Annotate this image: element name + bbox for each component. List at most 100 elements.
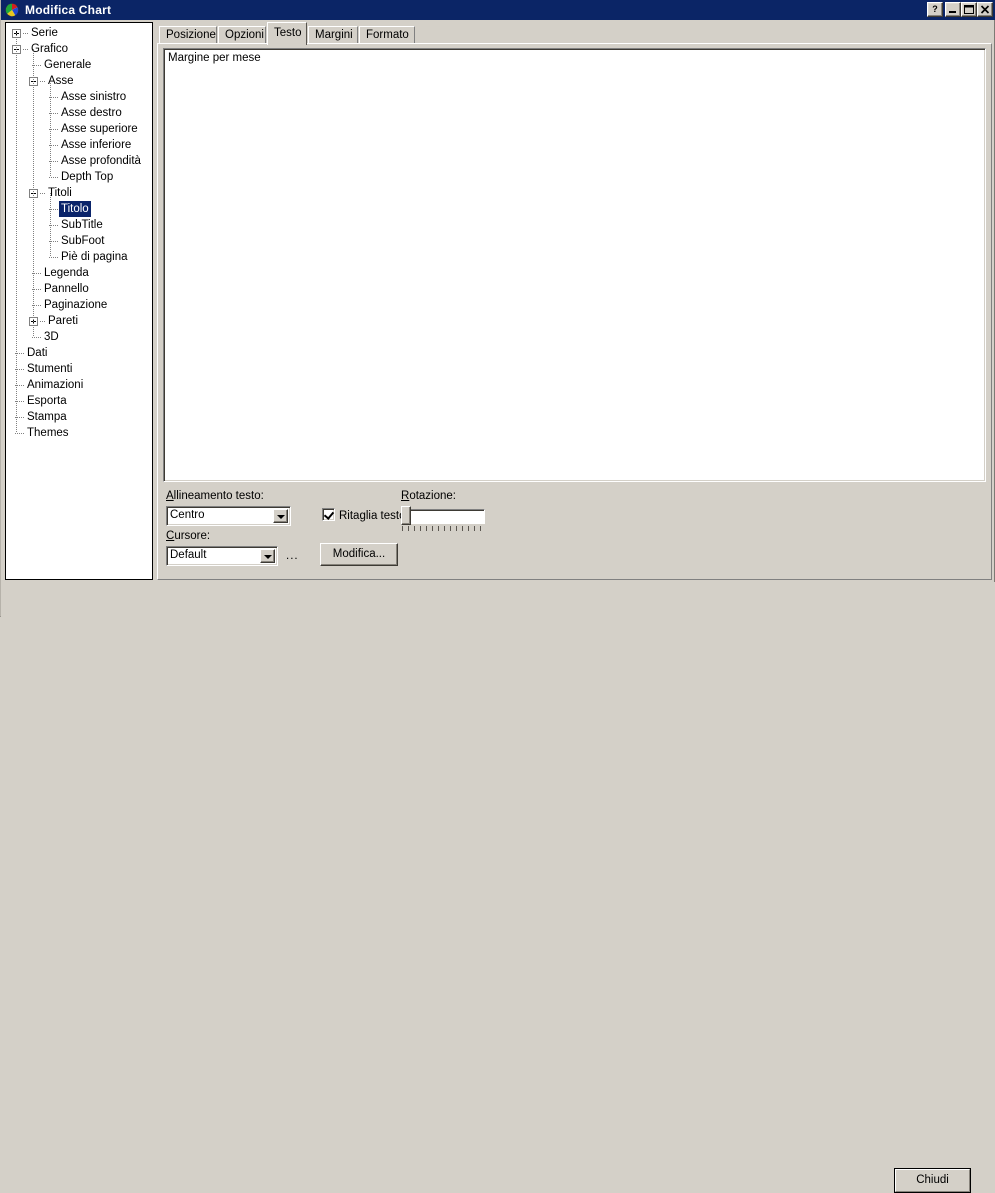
maximize-button[interactable] bbox=[961, 2, 977, 17]
cursor-browse-button[interactable]: ... bbox=[286, 550, 299, 562]
tree-item-legenda[interactable]: Legenda bbox=[29, 265, 91, 281]
tree-item-stumenti[interactable]: Stumenti bbox=[12, 361, 74, 377]
tree-item-animazioni[interactable]: Animazioni bbox=[12, 377, 85, 393]
tree-item-generale[interactable]: Generale bbox=[29, 57, 93, 73]
tree-item-label: Pareti bbox=[48, 315, 79, 327]
tree-item-asse-profondit[interactable]: Asse profondità bbox=[46, 153, 143, 169]
clip-text-checkbox[interactable] bbox=[322, 508, 335, 521]
help-button[interactable]: ? bbox=[927, 2, 943, 17]
tree-item-paginazione[interactable]: Paginazione bbox=[29, 297, 109, 313]
tab-strip[interactable]: Posizione Opzioni Testo Margini Formato bbox=[157, 22, 992, 45]
tree-connector bbox=[40, 192, 45, 194]
navigation-tree[interactable]: Serie Grafico Generale Asse Asse sinistro Ass… bbox=[5, 22, 153, 580]
tree-item-label: SubFoot bbox=[61, 235, 105, 247]
tree-item-label: Asse inferiore bbox=[61, 139, 132, 151]
tree-item-label: Esporta bbox=[27, 395, 67, 407]
tree-item-label: Stumenti bbox=[27, 363, 73, 375]
tree-item-asse-destro[interactable]: Asse destro bbox=[46, 105, 124, 121]
tree-item-asse-sinistro[interactable]: Asse sinistro bbox=[46, 89, 128, 105]
tree-vline-titoli bbox=[50, 193, 51, 257]
tree-vline-root bbox=[16, 33, 17, 433]
tree-item-label: Asse sinistro bbox=[61, 91, 127, 103]
tree-item-label: Asse profondità bbox=[61, 155, 141, 167]
chevron-down-icon[interactable] bbox=[260, 549, 275, 563]
tree-item-label: Stampa bbox=[27, 411, 67, 423]
cursor-label-rest: ursore: bbox=[174, 530, 211, 542]
tree-vline-grafico bbox=[33, 49, 34, 337]
tree-item-label: Generale bbox=[44, 59, 92, 71]
footer-bar: Chiudi bbox=[1, 582, 995, 1193]
maximize-icon bbox=[964, 5, 974, 14]
minimize-icon bbox=[949, 11, 956, 13]
tree-item-label: Asse superiore bbox=[61, 123, 138, 135]
rotation-slider-thumb[interactable] bbox=[401, 506, 411, 525]
tree-item-asse-superiore[interactable]: Asse superiore bbox=[46, 121, 140, 137]
tree-item-depth-top[interactable]: Depth Top bbox=[46, 169, 115, 185]
tree-item-stampa[interactable]: Stampa bbox=[12, 409, 69, 425]
window-title: Modifica Chart bbox=[25, 3, 112, 17]
cursor-label: Cursore: bbox=[166, 530, 211, 542]
tree-item-label: Legenda bbox=[44, 267, 89, 279]
rotation-slider-track[interactable] bbox=[401, 509, 485, 524]
minimize-button[interactable] bbox=[945, 2, 961, 17]
tree-item-label: Grafico bbox=[31, 43, 69, 55]
tab-opzioni[interactable]: Opzioni bbox=[218, 26, 266, 44]
tree-item-subtitle[interactable]: SubTitle bbox=[46, 217, 105, 233]
tree-item-serie[interactable]: Serie bbox=[12, 25, 60, 41]
tree-item-grafico[interactable]: Grafico bbox=[12, 41, 70, 57]
tree-item-titoli[interactable]: Titoli bbox=[29, 185, 74, 201]
close-icon bbox=[980, 5, 990, 14]
chevron-down-icon[interactable] bbox=[273, 509, 288, 523]
close-window-button[interactable] bbox=[977, 2, 993, 17]
close-dialog-label: Chiudi bbox=[895, 1169, 970, 1192]
tree-item-label: Asse destro bbox=[61, 107, 122, 119]
tree-connector bbox=[23, 48, 28, 50]
tree-item-label: Themes bbox=[27, 427, 69, 439]
tree-connector bbox=[23, 32, 28, 34]
rotation-slider-ticks bbox=[402, 526, 482, 531]
text-align-label: Allineamento testo: bbox=[166, 490, 264, 502]
tree-item-themes[interactable]: Themes bbox=[12, 425, 71, 441]
close-dialog-button[interactable]: Chiudi bbox=[894, 1168, 971, 1193]
tree-vline-asse bbox=[50, 81, 51, 177]
tree-item-dati[interactable]: Dati bbox=[12, 345, 49, 361]
tab-testo[interactable]: Testo bbox=[267, 22, 307, 45]
teechart-logo-icon bbox=[4, 2, 20, 18]
cursor-value: Default bbox=[170, 549, 207, 561]
tree-item-esporta[interactable]: Esporta bbox=[12, 393, 69, 409]
tree-item-label: Piè di pagina bbox=[61, 251, 128, 263]
text-align-combo[interactable]: Centro bbox=[166, 506, 291, 526]
tree-connector bbox=[40, 80, 45, 82]
text-align-value: Centro bbox=[170, 509, 205, 521]
tree-item-label: Depth Top bbox=[61, 171, 114, 183]
rotation-label-rest: otazione: bbox=[409, 490, 456, 502]
cursor-combo[interactable]: Default bbox=[166, 546, 278, 566]
tree-item-asse[interactable]: Asse bbox=[29, 73, 76, 89]
title-text-value: Margine per mese bbox=[168, 52, 261, 64]
tree-item-pareti[interactable]: Pareti bbox=[29, 313, 80, 329]
tree-item-label: Paginazione bbox=[44, 299, 108, 311]
tab-margini[interactable]: Margini bbox=[308, 26, 358, 44]
window-controls: ? bbox=[927, 2, 993, 17]
tree-item-label: 3D bbox=[44, 331, 59, 343]
edit-font-button[interactable]: Modifica... bbox=[320, 543, 398, 566]
tree-item-asse-inferiore[interactable]: Asse inferiore bbox=[46, 137, 133, 153]
tree-item-pannello[interactable]: Pannello bbox=[29, 281, 91, 297]
tree-item-pi-di-pagina[interactable]: Piè di pagina bbox=[46, 249, 130, 265]
tab-body-testo: Margine per mese Allineamento testo: Cen… bbox=[157, 43, 992, 580]
edit-chart-window: Modifica Chart ? Serie Grafico Generale … bbox=[0, 0, 995, 1193]
rotation-slider[interactable] bbox=[401, 504, 485, 534]
title-bar[interactable]: Modifica Chart ? bbox=[1, 0, 995, 20]
tree-item-label: Pannello bbox=[44, 283, 89, 295]
tree-item-label: Titolo bbox=[59, 201, 91, 217]
rotation-label: Rotazione: bbox=[401, 490, 456, 502]
title-text-input[interactable]: Margine per mese bbox=[163, 48, 986, 482]
tree-item-label: Serie bbox=[31, 27, 58, 39]
tab-formato[interactable]: Formato bbox=[359, 26, 415, 44]
tree-item-label: Animazioni bbox=[27, 379, 84, 391]
tree-item-subfoot[interactable]: SubFoot bbox=[46, 233, 106, 249]
tab-posizione[interactable]: Posizione bbox=[159, 26, 217, 44]
text-options-group: Allineamento testo: Centro Cursore: Defa… bbox=[163, 488, 986, 576]
tree-item-titolo[interactable]: Titolo bbox=[46, 201, 91, 217]
clip-text-label[interactable]: Ritaglia testo bbox=[339, 510, 404, 522]
